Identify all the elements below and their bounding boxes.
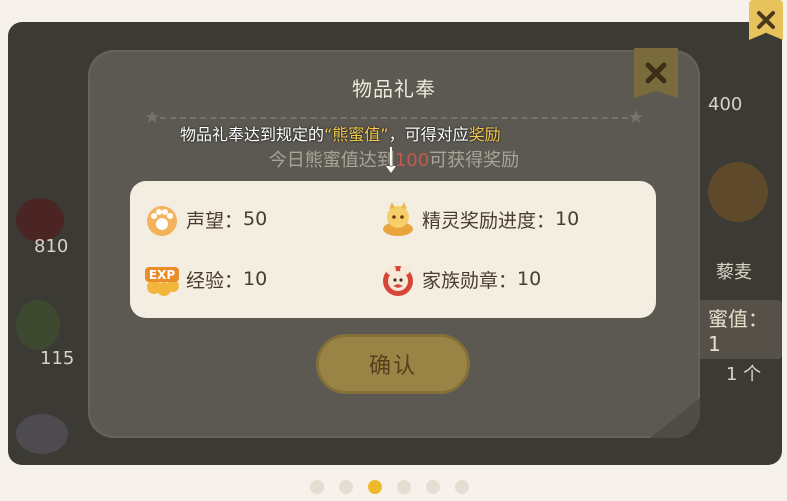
page-dot[interactable]	[310, 480, 324, 494]
reward-reputation: 声望： 50	[142, 199, 267, 239]
star-icon: ★	[627, 107, 644, 128]
bg-count-0: 400	[708, 94, 743, 115]
spirit-icon	[378, 199, 418, 239]
bg-honey-value: 蜜值：1	[698, 300, 782, 359]
svg-text:EXP: EXP	[149, 268, 175, 282]
reward-value: 10	[243, 268, 268, 290]
reward-value: 50	[243, 208, 268, 230]
family-medal-icon	[378, 259, 418, 299]
reward-label: 声望：	[186, 209, 244, 232]
reward-value: 10	[555, 208, 580, 230]
subtitle-suffix: 可获得奖励	[429, 150, 520, 171]
page-dot-active[interactable]	[368, 480, 382, 494]
dialog-title: 物品礼奉	[352, 77, 436, 101]
reward-experience: EXP 经验： 10	[142, 259, 267, 299]
hint-highlight-reward: 奖励	[468, 125, 501, 144]
close-icon	[645, 62, 667, 84]
page-dot[interactable]	[339, 480, 353, 494]
honey-target-value: 100	[394, 150, 430, 171]
hint-prefix: 物品礼奉达到规定的	[180, 125, 325, 144]
honey-target-text: 今日熊蜜值达到100可获得奖励	[88, 146, 700, 172]
paw-icon	[142, 199, 182, 239]
reward-panel: 声望： 50 精灵奖励进度： 10 EXP 经验： 10 家族勋章： 10	[130, 181, 656, 318]
quinoa-item-icon	[708, 162, 768, 222]
reward-spirit-progress: 精灵奖励进度： 10	[378, 199, 579, 239]
reward-family-medal: 家族勋章： 10	[378, 259, 541, 299]
close-icon	[757, 11, 775, 29]
zucchini-item-icon	[16, 300, 60, 350]
hint-middle: ，可得对应	[388, 125, 469, 144]
bg-quantity: 1 个	[726, 364, 762, 385]
reward-value: 10	[517, 268, 542, 290]
rice-item-icon	[16, 414, 68, 454]
bg-count-1: 810	[34, 236, 69, 257]
bg-item-name: 藜麦	[716, 262, 752, 283]
page-dot[interactable]	[397, 480, 411, 494]
subtitle-prefix: 今日熊蜜值达到	[268, 150, 395, 171]
offering-dialog: 物品礼奉 ★ ★ 物品礼奉达到规定的“熊蜜值”，可得对应奖励 今日熊蜜值达到10…	[88, 48, 700, 438]
page-dot[interactable]	[455, 480, 469, 494]
dialog-close-button[interactable]	[634, 48, 678, 98]
star-icon: ★	[144, 107, 161, 128]
reward-label: 家族勋章：	[422, 269, 518, 292]
exp-icon: EXP	[142, 259, 182, 299]
page-indicator	[310, 480, 469, 494]
page-dot[interactable]	[426, 480, 440, 494]
bg-count-2: 115	[40, 348, 75, 369]
reward-label: 精灵奖励进度：	[422, 209, 556, 232]
confirm-button[interactable]: 确认	[316, 334, 470, 394]
hint-highlight-honey: “熊蜜值”	[324, 125, 389, 144]
reward-label: 经验：	[186, 269, 244, 292]
